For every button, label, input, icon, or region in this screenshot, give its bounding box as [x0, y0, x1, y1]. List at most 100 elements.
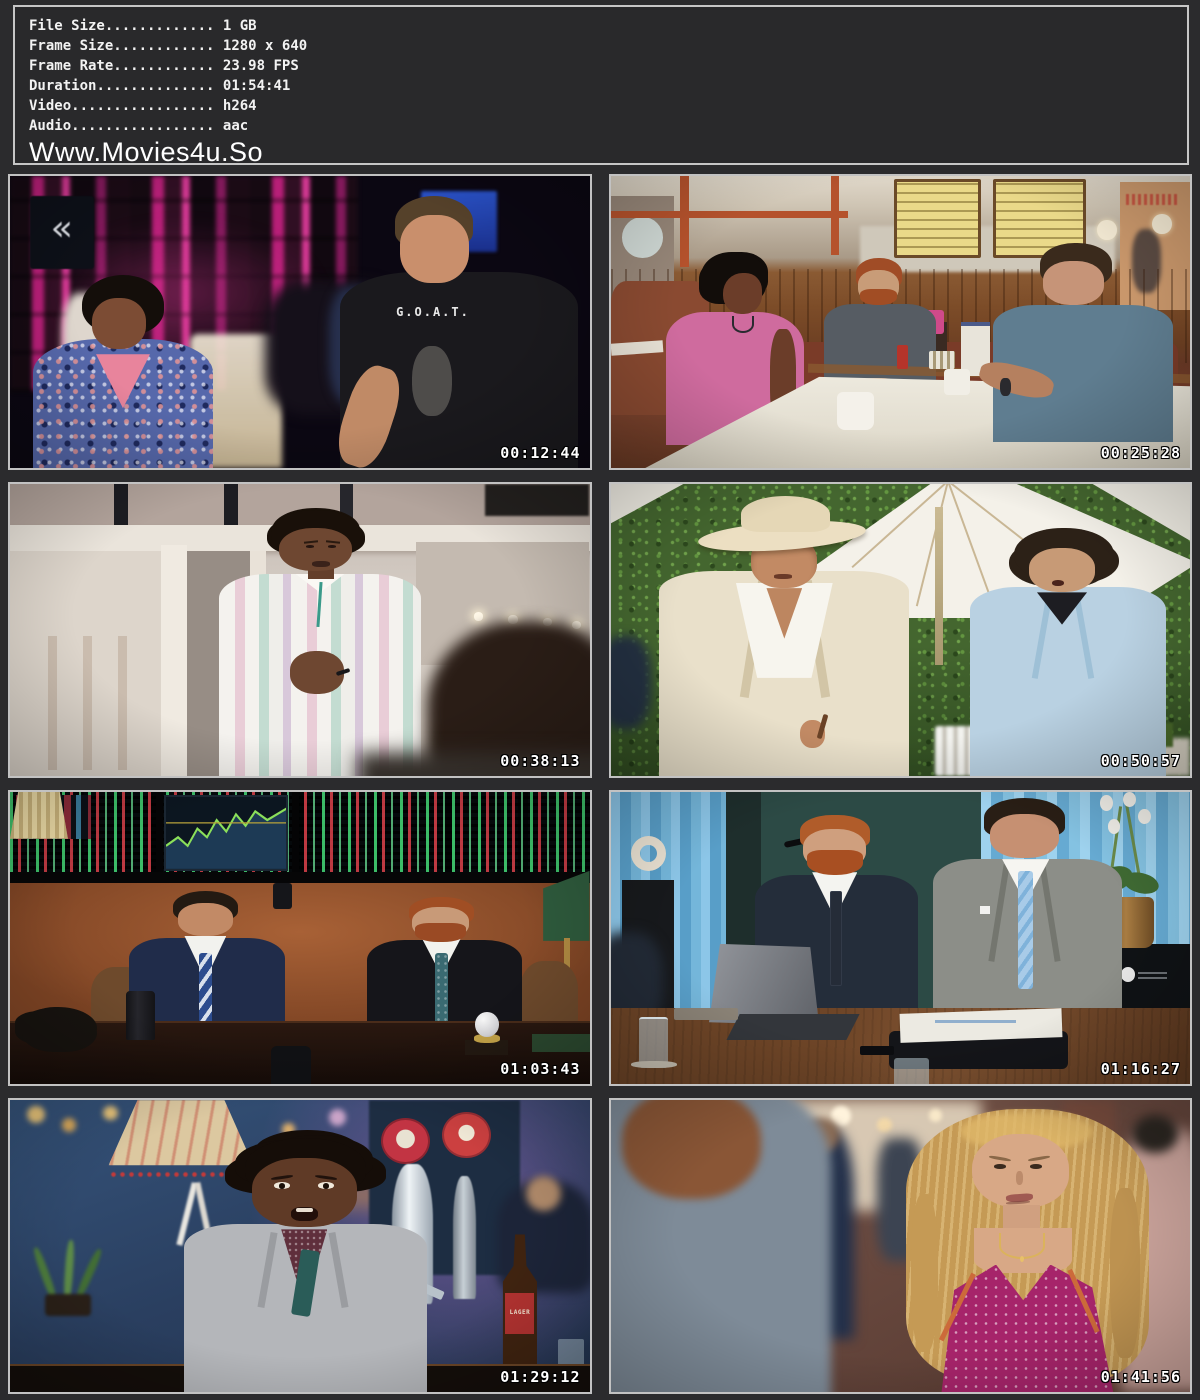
- timestamp-overlay: 00:12:44: [500, 444, 580, 462]
- info-label: Video: [29, 98, 71, 114]
- face: [1029, 548, 1096, 593]
- site-watermark: Www.Movies4u.So: [29, 137, 1187, 167]
- dot-leader: ..............: [96, 78, 214, 94]
- person-left-cowboy-hat: [657, 496, 912, 776]
- dark-tie: [830, 891, 842, 987]
- info-row-frame-rate: Frame Rate............ 23.98 FPS: [29, 56, 1187, 76]
- water-glass: [894, 1058, 929, 1084]
- cowboy-hat-crown: [741, 496, 830, 532]
- pleated-lamp: [10, 792, 68, 839]
- screenshot-thumbnail-4: 00:50:57: [609, 482, 1193, 778]
- face: [400, 215, 469, 283]
- stock-ticker-screens: [10, 792, 590, 880]
- dot-leader: .................: [71, 98, 214, 114]
- dot-leader: ............: [113, 58, 214, 74]
- person-right: G.O.A.T.: [340, 196, 578, 468]
- info-value: 1 GB: [223, 18, 257, 34]
- gold-necklace: [999, 1233, 1045, 1258]
- ceiling-light: [474, 612, 483, 620]
- stock-chart-line: [166, 797, 287, 869]
- info-value: 23.98 FPS: [223, 58, 299, 74]
- wristwatch: [1000, 378, 1011, 396]
- bokeh-light: [877, 1118, 892, 1133]
- dot-leader: ............: [113, 38, 214, 54]
- info-label: Frame Size: [29, 38, 113, 54]
- globe-lamp: [1097, 220, 1117, 240]
- foreground-head: [622, 1098, 761, 1199]
- timestamp-overlay: 01:29:12: [500, 1368, 580, 1386]
- screenshot-thumbnail-5: 01:03:43: [8, 790, 592, 1086]
- screenshot-thumbnail-3: 00:38:13: [8, 482, 592, 778]
- beer-tap-badge: [442, 1112, 491, 1159]
- documents: [900, 1008, 1063, 1043]
- info-row-video: Video................. h264: [29, 96, 1187, 116]
- red-beard: [807, 850, 863, 875]
- window-neon-sign: [1126, 194, 1178, 206]
- beard: [860, 289, 897, 306]
- info-row-duration: Duration.............. 01:54:41: [29, 76, 1187, 96]
- person-right-gray-suit: [929, 798, 1126, 1043]
- person-right: [993, 243, 1173, 442]
- potted-plant: [22, 1246, 121, 1316]
- screenshot-thumbnail-8: 01:41:56: [609, 1098, 1193, 1394]
- info-value: aac: [223, 118, 248, 134]
- coffee-mug: [837, 392, 875, 430]
- hair-lock: [911, 1194, 938, 1353]
- club-logo: «: [30, 196, 94, 269]
- person-center: [219, 510, 422, 776]
- screenshot-thumbnail-6: 01:16:27: [609, 790, 1193, 1086]
- necklace: [732, 316, 754, 333]
- info-value: 01:54:41: [223, 78, 290, 94]
- bokeh-light: [27, 1106, 44, 1124]
- timestamp-overlay: 00:38:13: [500, 752, 580, 770]
- screenshot-thumbnail-7: LAGER 01:29:12: [8, 1098, 592, 1394]
- face: [178, 903, 233, 936]
- info-label: Frame Rate: [29, 58, 113, 74]
- hair-lock: [1110, 1188, 1139, 1358]
- timestamp-overlay: 01:16:27: [1101, 1060, 1181, 1078]
- person-center: [819, 258, 941, 398]
- media-info-box: File Size............. 1 GB Frame Size..…: [13, 5, 1189, 165]
- timestamp-overlay: 00:50:57: [1101, 752, 1181, 770]
- orchid-flower: [1138, 809, 1151, 824]
- face: [92, 298, 146, 348]
- umbrella-pole: [935, 507, 943, 665]
- stock-chart-panel: [164, 795, 289, 871]
- info-value: 1280 x 640: [223, 38, 307, 54]
- info-value: h264: [223, 98, 257, 114]
- menu-board: [894, 179, 981, 258]
- laptop-keyboard: [726, 1014, 859, 1040]
- wall-slats: [22, 636, 144, 770]
- shakers: [929, 351, 955, 369]
- face: [1043, 261, 1104, 305]
- info-row-file-size: File Size............. 1 GB: [29, 16, 1187, 36]
- tshirt-text: G.O.A.T.: [340, 305, 525, 319]
- black-cup: [271, 1046, 312, 1084]
- background-guest: [609, 636, 652, 729]
- screenshot-grid: « G.O.A.T. 00:12:44: [8, 174, 1192, 1394]
- dot-leader: .................: [71, 118, 214, 134]
- timestamp-overlay: 00:25:28: [1101, 444, 1181, 462]
- face: [990, 814, 1059, 858]
- red-beard: [415, 923, 465, 942]
- pocket-square: [980, 906, 990, 915]
- bokeh-light: [282, 1123, 295, 1136]
- beer-tap: [453, 1176, 476, 1299]
- dot-leader: .............: [105, 18, 215, 34]
- person-left: [33, 275, 213, 468]
- ring-sculpture: [631, 836, 666, 871]
- info-label: Duration: [29, 78, 96, 94]
- coffee-mug: [944, 369, 971, 395]
- timestamp-overlay: 01:03:43: [500, 1060, 580, 1078]
- person-right-blue-blazer: [964, 528, 1173, 776]
- ketchup-bottle: [897, 345, 907, 368]
- media-info-page: { "page": { "watermark": "Www.Movies4u.S…: [0, 0, 1200, 1400]
- info-row-audio: Audio................. aac: [29, 116, 1187, 136]
- blonde-woman: [906, 1109, 1149, 1392]
- person-center-gray-blazer: [184, 1138, 427, 1392]
- info-row-frame-size: Frame Size............ 1280 x 640: [29, 36, 1187, 56]
- bokeh-light: [62, 1118, 76, 1133]
- notepad: [674, 1008, 738, 1020]
- info-label: File Size: [29, 18, 105, 34]
- screenshot-thumbnail-1: « G.O.A.T. 00:12:44: [8, 174, 592, 470]
